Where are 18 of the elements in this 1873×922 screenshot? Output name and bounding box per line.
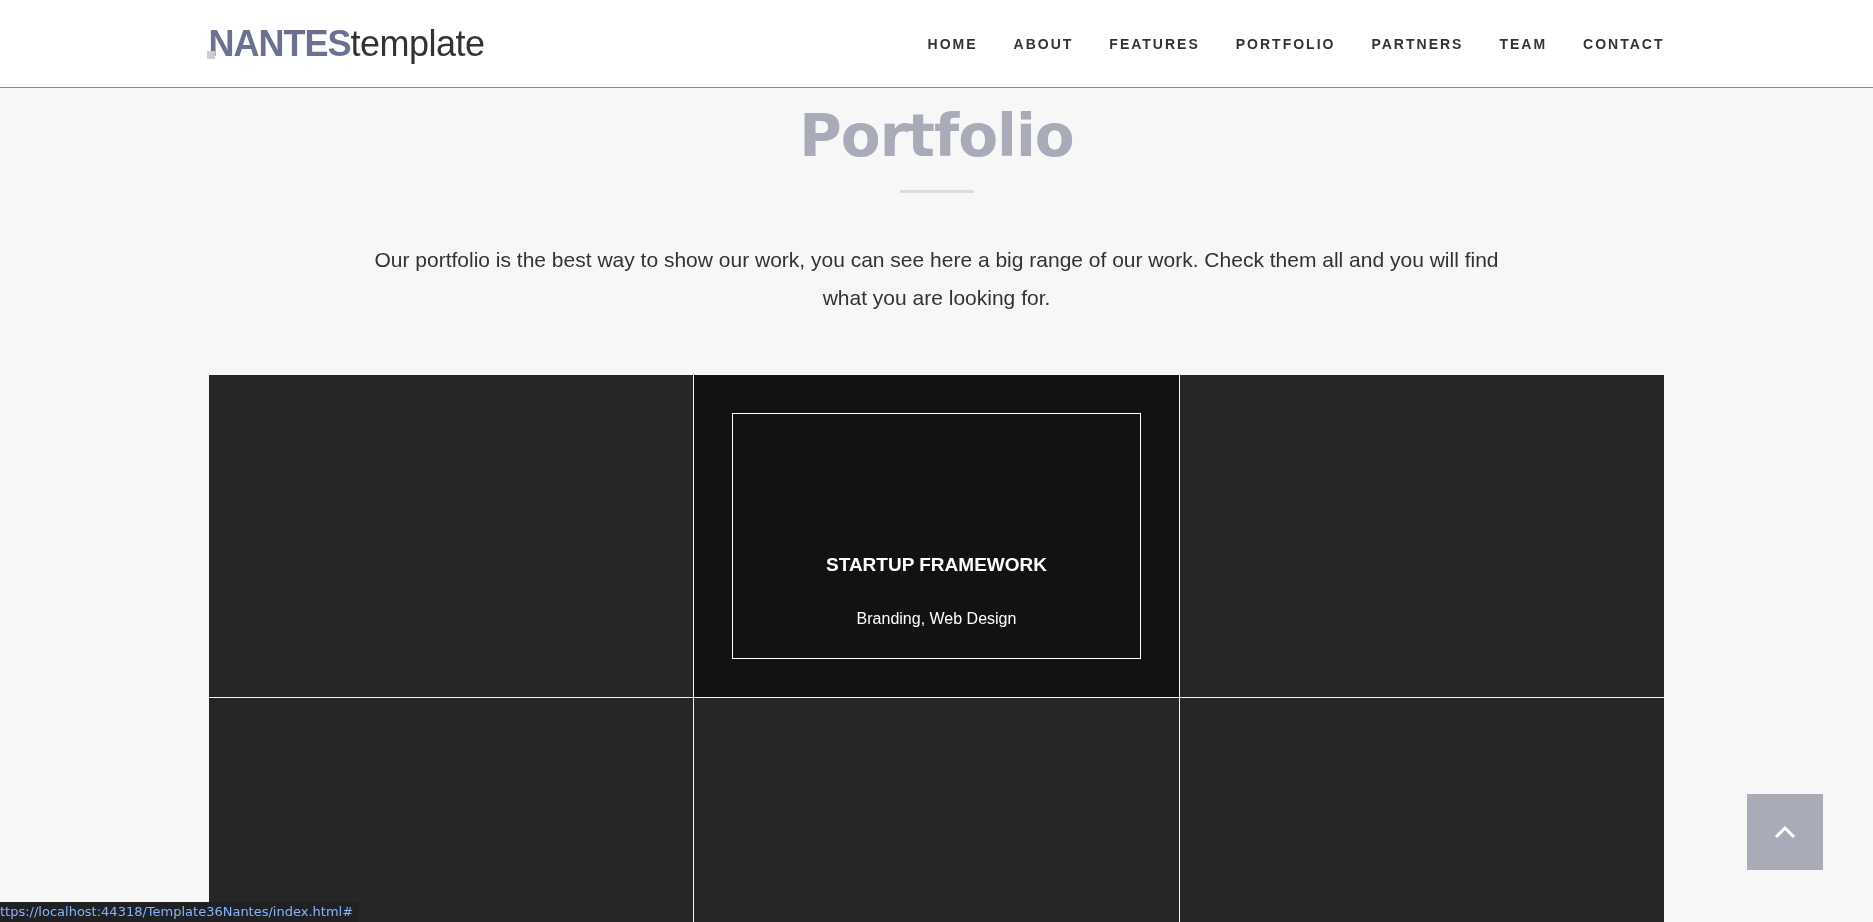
nav-link[interactable]: PARTNERS	[1353, 35, 1482, 52]
status-url: ttps://localhost:44318/Template36Nantes/index.html#	[0, 902, 360, 922]
nav-link[interactable]: HOME	[909, 35, 996, 52]
portfolio-tile[interactable]: STARTUP FRAMEWORK Branding, Web Design	[694, 375, 1179, 697]
nav-link[interactable]: FEATURES	[1091, 35, 1218, 52]
nav-link[interactable]: ABOUT	[995, 35, 1092, 52]
chevron-up-icon	[1774, 825, 1796, 839]
intro-text: Our portfolio is the best way to show our work, you can see here a big range of our work. Check them all and you will find what you are looking for.	[373, 247, 1500, 311]
nav-link[interactable]: TEAM	[1481, 35, 1566, 52]
project-categories: Branding, Web Design	[856, 610, 1017, 628]
logo[interactable]: NANTEStemplate	[208, 22, 485, 65]
section-title: Portfolio	[799, 101, 1074, 172]
portfolio-tile[interactable]	[208, 375, 694, 697]
scroll-top-button[interactable]	[1747, 794, 1823, 870]
portfolio-tile[interactable]	[1179, 375, 1665, 697]
nav-link[interactable]: PORTFOLIO	[1217, 35, 1354, 52]
nav-link[interactable]: CONTACT	[1565, 35, 1665, 52]
project-title: STARTUP FRAMEWORK	[826, 554, 1047, 576]
